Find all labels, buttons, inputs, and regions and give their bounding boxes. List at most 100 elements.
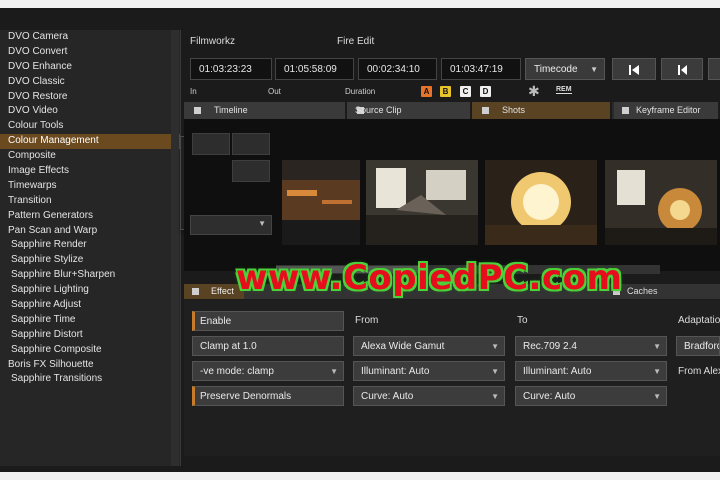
shot-image-1 <box>282 160 360 245</box>
menu-item[interactable]: Colour Management› <box>0 134 180 150</box>
menu-item[interactable]: Image Effects› <box>0 164 180 179</box>
chevron-down-icon: ▼ <box>653 392 661 401</box>
step-back-icon <box>629 65 639 76</box>
tab-shots[interactable]: Shots <box>472 102 612 119</box>
chevron-down-icon: ▼ <box>491 342 499 351</box>
next-button[interactable] <box>708 58 720 80</box>
menu-item[interactable]: Pan Scan and Warp› <box>0 224 180 239</box>
out-timecode-field[interactable]: 01:05:58:09 <box>275 58 354 80</box>
shots-icon <box>482 107 489 114</box>
tab-keyframe-editor[interactable]: Keyframe Editor <box>614 102 720 119</box>
menu-item[interactable]: DVO Classic› <box>0 75 180 90</box>
adaptation-from-label: From Alexa <box>678 366 720 377</box>
marker-c-button[interactable]: C <box>460 86 471 97</box>
negative-mode-select[interactable]: -ve mode: clamp ▼ <box>192 361 344 381</box>
in-label: In <box>190 87 197 96</box>
menu-item-label: DVO Classic <box>8 75 65 87</box>
duration-timecode-field[interactable]: 00:02:34:10 <box>358 58 437 80</box>
menu-item[interactable]: Boris FX Silhouette› <box>0 358 180 373</box>
marker-b-button[interactable]: B <box>440 86 451 97</box>
panel-button[interactable] <box>192 133 230 155</box>
menu-item-label: Timewarps <box>8 179 57 191</box>
tab-timeline[interactable]: Timeline <box>184 102 347 119</box>
current-timecode-field[interactable]: 01:03:47:19 <box>441 58 521 80</box>
marker-d-button[interactable]: D <box>480 86 491 97</box>
skip-start-icon <box>678 65 687 76</box>
tab-bar: Timeline Source Clip Shots Keyframe Edit… <box>184 102 720 119</box>
menu-item[interactable]: DVO Restore› <box>0 90 180 105</box>
menu-item[interactable]: Sapphire Stylize› <box>0 253 180 268</box>
go-to-start-button[interactable] <box>661 58 703 80</box>
menu-item[interactable]: Sapphire Adjust› <box>0 298 180 313</box>
in-timecode-field[interactable]: 01:03:23:23 <box>190 58 272 80</box>
menu-item-label: Sapphire Blur+Sharpen <box>11 269 116 281</box>
rem-button[interactable]: REM <box>556 86 572 94</box>
menu-item[interactable]: Pattern Generators› <box>0 209 180 224</box>
negative-mode-value: -ve mode: clamp <box>200 366 274 377</box>
from-illuminant-select[interactable]: Illuminant: Auto ▼ <box>353 361 505 381</box>
menu-item[interactable]: DVO Convert› <box>0 45 180 60</box>
menu-item-label: Sapphire Distort <box>11 328 83 340</box>
menu-item[interactable]: Sapphire Composite› <box>0 343 180 358</box>
menu-item-label: DVO Convert <box>8 45 68 57</box>
menu-item[interactable]: Transition› <box>0 194 180 209</box>
shot-image-4 <box>605 160 717 245</box>
menu-item[interactable]: DVO Camera› <box>0 30 180 45</box>
menu-item[interactable]: Colour Tools› <box>0 119 180 134</box>
menu-item[interactable]: Timewarps› <box>0 179 180 194</box>
shot-thumbnail[interactable] <box>366 160 478 245</box>
adaptation-method-select[interactable]: Bradford <box>676 336 720 356</box>
to-gamut-select[interactable]: Rec.709 2.4 ▼ <box>515 336 667 356</box>
to-illuminant-select[interactable]: Illuminant: Auto ▼ <box>515 361 667 381</box>
tab-source-clip[interactable]: Source Clip <box>347 102 472 119</box>
shot-thumbnail[interactable] <box>605 160 717 245</box>
to-curve-value: Curve: Auto <box>523 391 576 402</box>
chevron-down-icon: ▼ <box>491 367 499 376</box>
preserve-denormals-toggle[interactable]: Preserve Denormals <box>192 386 344 406</box>
app-name: Filmworkz <box>190 36 235 47</box>
menu-item[interactable]: DVO Enhance› <box>0 60 180 75</box>
menu-scrollbar[interactable] <box>171 30 179 466</box>
timecode-mode-value: Timecode <box>534 64 578 75</box>
tab-label: Effect <box>211 286 234 296</box>
keyframe-icon <box>622 107 629 114</box>
from-gamut-select[interactable]: Alexa Wide Gamut ▼ <box>353 336 505 356</box>
menu-item-label: Sapphire Composite <box>11 343 102 355</box>
shot-thumbnail[interactable] <box>282 160 360 245</box>
shot-image-2 <box>366 160 478 245</box>
menu-item[interactable]: Sapphire Transitions› <box>0 372 180 387</box>
clamp-toggle[interactable]: Clamp at 1.0 <box>192 336 344 356</box>
to-column-label: To <box>517 315 528 326</box>
shot-thumbnail[interactable] <box>485 160 597 245</box>
to-illuminant-value: Illuminant: Auto <box>523 366 592 377</box>
menu-item-label: Composite <box>8 150 56 162</box>
from-curve-select[interactable]: Curve: Auto ▼ <box>353 386 505 406</box>
out-label: Out <box>268 87 281 96</box>
previous-frame-button[interactable] <box>612 58 656 80</box>
timecode-mode-select[interactable]: Timecode ▼ <box>525 58 605 80</box>
chevron-down-icon: ▼ <box>590 65 598 74</box>
menu-item[interactable]: DVO Video› <box>0 104 180 119</box>
caches-tab[interactable]: Caches <box>627 284 658 299</box>
menu-item[interactable]: Sapphire Time› <box>0 313 180 328</box>
tab-effect[interactable]: Effect <box>184 284 244 299</box>
from-column-label: From <box>355 315 379 326</box>
panel-button[interactable] <box>232 133 270 155</box>
to-curve-select[interactable]: Curve: Auto ▼ <box>515 386 667 406</box>
asterisk-icon[interactable]: ✱ <box>528 83 540 100</box>
view-select[interactable]: ▼ <box>190 215 272 235</box>
menu-item-label: Sapphire Time <box>11 313 76 325</box>
from-curve-value: Curve: Auto <box>361 391 414 402</box>
menu-item-label: DVO Restore <box>8 90 68 102</box>
watermark: www.CopiedPC.com <box>236 258 623 298</box>
menu-item[interactable]: Sapphire Distort› <box>0 328 180 343</box>
menu-item[interactable]: Sapphire Lighting› <box>0 283 180 298</box>
tab-label: Source Clip <box>355 105 402 115</box>
menu-item[interactable]: Composite› <box>0 149 180 164</box>
menu-item[interactable]: Sapphire Render› <box>0 238 180 253</box>
panel-button[interactable] <box>232 160 270 182</box>
enable-toggle[interactable]: Enable <box>192 311 344 331</box>
menu-item[interactable]: Sapphire Blur+Sharpen› <box>0 268 180 283</box>
marker-a-button[interactable]: A <box>421 86 432 97</box>
menu-item-label: Sapphire Adjust <box>11 299 82 311</box>
